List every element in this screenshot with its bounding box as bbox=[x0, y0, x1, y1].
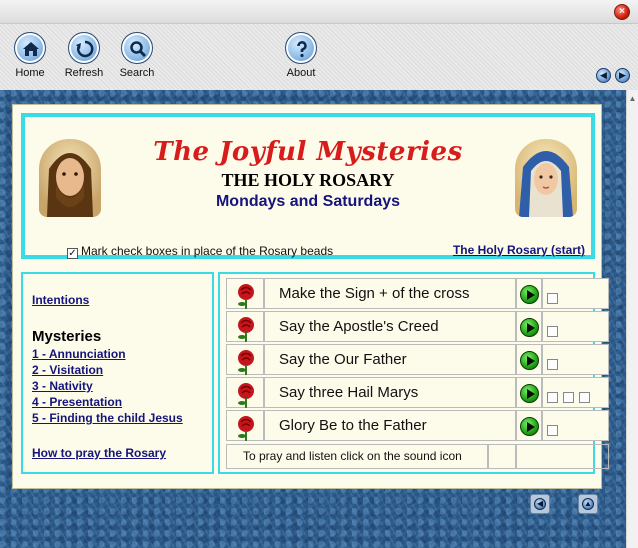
refresh-button[interactable]: Refresh bbox=[59, 32, 109, 79]
mark-checkbox[interactable]: ✓ bbox=[67, 248, 78, 259]
up-arrow-icon: ▲ bbox=[582, 498, 594, 510]
bead-checkboxes bbox=[542, 377, 609, 408]
refresh-icon bbox=[68, 32, 100, 64]
play-sound-button[interactable] bbox=[516, 311, 542, 342]
refresh-label: Refresh bbox=[64, 67, 104, 79]
play-icon bbox=[520, 384, 539, 403]
search-label: Search bbox=[119, 67, 155, 79]
bead-checkbox[interactable] bbox=[547, 392, 558, 403]
play-icon bbox=[520, 417, 539, 436]
play-icon bbox=[520, 351, 539, 370]
play-icon bbox=[520, 285, 539, 304]
header-panel: The Joyful Mysteries THE HOLY ROSARY Mon… bbox=[21, 113, 595, 259]
bead-checkboxes bbox=[542, 278, 609, 309]
home-icon bbox=[14, 32, 46, 64]
play-sound-button[interactable] bbox=[516, 278, 542, 309]
page-top-button[interactable]: ▲ bbox=[578, 494, 598, 514]
about-button[interactable]: About bbox=[276, 32, 326, 79]
close-button[interactable]: × bbox=[614, 4, 630, 20]
page-title: The Joyful Mysteries bbox=[153, 137, 463, 167]
bead-checkbox[interactable] bbox=[547, 359, 558, 370]
sidebar: Intentions Mysteries 1 - Annunciation 2 … bbox=[21, 272, 214, 474]
rosary-start-link[interactable]: The Holy Rosary (start) bbox=[453, 243, 585, 257]
home-label: Home bbox=[15, 67, 45, 79]
days-label: Mondays and Saturdays bbox=[215, 193, 401, 210]
prayer-text: Make the Sign + of the cross bbox=[264, 278, 516, 309]
mystery-link-2[interactable]: 2 - Visitation bbox=[32, 363, 103, 377]
how-to-pray-link[interactable]: How to pray the Rosary bbox=[32, 446, 166, 460]
bead-checkbox[interactable] bbox=[547, 326, 558, 337]
scroll-up-arrow-icon[interactable]: ▲ bbox=[627, 94, 638, 104]
rose-icon bbox=[226, 344, 264, 375]
bead-checkbox[interactable] bbox=[563, 392, 574, 403]
play-sound-button[interactable] bbox=[516, 377, 542, 408]
content-area: The Joyful Mysteries THE HOLY ROSARY Mon… bbox=[0, 90, 626, 548]
mystery-link-4[interactable]: 4 - Presentation bbox=[32, 395, 122, 409]
rosary-page: The Joyful Mysteries THE HOLY ROSARY Mon… bbox=[12, 104, 609, 489]
toolbar: Home Refresh Search About ◀ ▶ bbox=[0, 24, 638, 90]
search-button[interactable]: Search bbox=[112, 32, 162, 79]
home-button[interactable]: Home bbox=[5, 32, 55, 79]
intentions-link[interactable]: Intentions bbox=[32, 293, 89, 307]
play-sound-button[interactable] bbox=[516, 410, 542, 441]
mark-checkbox-row[interactable]: ✓ Mark check boxes in place of the Rosary… bbox=[67, 244, 333, 259]
rose-icon bbox=[226, 278, 264, 309]
mystery-link-5[interactable]: 5 - Finding the child Jesus bbox=[32, 411, 183, 425]
bead-checkbox[interactable] bbox=[547, 425, 558, 436]
sound-instruction: To pray and listen click on the sound ic… bbox=[226, 444, 488, 469]
rose-icon bbox=[226, 410, 264, 441]
close-icon: × bbox=[619, 6, 625, 17]
rose-icon bbox=[226, 377, 264, 408]
prayer-table: Make the Sign + of the cross Say the Apo… bbox=[218, 272, 609, 474]
rose-icon bbox=[226, 311, 264, 342]
mystery-link-1[interactable]: 1 - Annunciation bbox=[32, 347, 126, 361]
prayer-text: Say three Hail Marys bbox=[264, 377, 516, 408]
play-sound-button[interactable] bbox=[516, 344, 542, 375]
page-back-button[interactable]: ◀ bbox=[530, 494, 550, 514]
footer-empty-cell bbox=[516, 444, 609, 469]
bead-checkboxes bbox=[542, 410, 609, 441]
mysteries-heading: Mysteries bbox=[32, 328, 102, 345]
back-arrow-icon: ◀ bbox=[534, 498, 546, 510]
back-arrow-icon[interactable]: ◀ bbox=[596, 68, 611, 83]
help-icon bbox=[285, 32, 317, 64]
about-label: About bbox=[286, 67, 316, 79]
forward-arrow-icon[interactable]: ▶ bbox=[615, 68, 630, 83]
bead-checkboxes bbox=[542, 311, 609, 342]
page-subtitle: THE HOLY ROSARY bbox=[221, 170, 395, 190]
prayer-text: Say the Apostle's Creed bbox=[264, 311, 516, 342]
prayer-text: Glory Be to the Father bbox=[264, 410, 516, 441]
bead-checkbox[interactable] bbox=[579, 392, 590, 403]
mark-checkbox-label: Mark check boxes in place of the Rosary … bbox=[81, 244, 334, 258]
bead-checkboxes bbox=[542, 344, 609, 375]
bead-checkbox[interactable] bbox=[547, 293, 558, 304]
search-icon bbox=[121, 32, 153, 64]
mystery-link-3[interactable]: 3 - Nativity bbox=[32, 379, 93, 393]
footer-empty-cell bbox=[488, 444, 516, 469]
prayer-text: Say the Our Father bbox=[264, 344, 516, 375]
play-icon bbox=[520, 318, 539, 337]
vertical-scrollbar[interactable]: ▲ bbox=[626, 90, 638, 548]
window-titlebar: × bbox=[0, 0, 638, 24]
